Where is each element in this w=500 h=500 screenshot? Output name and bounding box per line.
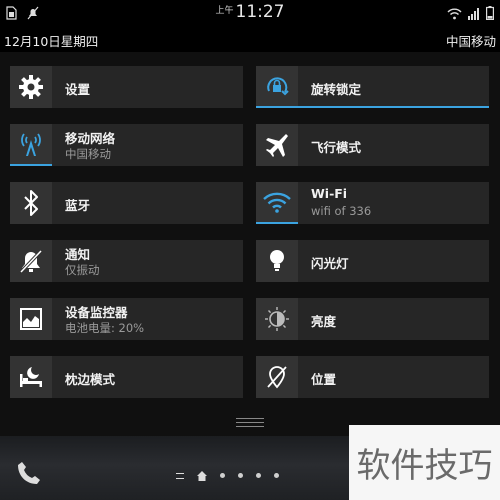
page-dot[interactable]: [238, 473, 243, 478]
tile-rotation-lock[interactable]: 旋转锁定: [256, 66, 489, 108]
status-bar: 上午 11:27: [0, 0, 500, 26]
tile-sublabel: wifi of 336: [311, 204, 372, 218]
brightness-icon: [256, 298, 298, 340]
tile-sublabel: 电池电量: 20%: [65, 321, 145, 335]
tile-label: 亮度: [311, 314, 337, 329]
tile-notifications[interactable]: 通知 仅振动: [10, 240, 243, 282]
tile-wifi[interactable]: Wi-Fi wifi of 336: [256, 182, 489, 224]
date-label: 12月10日星期四: [4, 34, 99, 49]
page-indicator[interactable]: [176, 466, 279, 485]
tile-device-monitor[interactable]: 设备监控器 电池电量: 20%: [10, 298, 243, 340]
tile-label: 设置: [65, 82, 91, 97]
carrier-label: 中国移动: [445, 34, 496, 49]
tile-flashlight[interactable]: 闪光灯: [256, 240, 489, 282]
page-dot[interactable]: [220, 473, 225, 478]
monitor-chart-icon: [10, 298, 52, 340]
watermark-text: 软件技巧: [356, 446, 493, 486]
battery-icon: [486, 5, 495, 24]
panel-drag-handle[interactable]: [236, 418, 264, 430]
tile-airplane-mode[interactable]: 飞行模式: [256, 124, 489, 166]
tile-mobile-network[interactable]: 移动网络 中国移动: [10, 124, 243, 166]
gear-icon: [10, 66, 52, 108]
bedside-icon: [10, 356, 52, 398]
page-dot[interactable]: [256, 473, 261, 478]
bell-off-icon: [10, 240, 52, 282]
tile-label: 设备监控器: [65, 305, 128, 320]
tile-settings[interactable]: 设置: [10, 66, 243, 108]
tile-label: 蓝牙: [65, 198, 91, 213]
watermark: 软件技巧: [349, 425, 500, 500]
info-bar: 12月10日星期四 中国移动: [0, 26, 500, 52]
bluetooth-icon: [10, 182, 52, 224]
antenna-icon: [10, 124, 52, 166]
tile-label: 飞行模式: [311, 140, 362, 155]
tile-label: 通知: [65, 247, 91, 262]
clock-time: 11:27: [235, 2, 285, 22]
location-off-icon: [256, 356, 298, 398]
tile-label: 闪光灯: [311, 256, 349, 271]
tile-location[interactable]: 位置: [256, 356, 489, 398]
page-dot[interactable]: [274, 473, 279, 478]
active-indicator: [256, 106, 489, 108]
wifi-icon: [256, 182, 298, 224]
menu-page-icon[interactable]: [176, 472, 184, 479]
signal-icon: [468, 5, 480, 24]
tile-sublabel: 仅振动: [65, 263, 100, 277]
tile-bedside-mode[interactable]: 枕边模式: [10, 356, 243, 398]
phone-icon[interactable]: [16, 460, 42, 490]
clock-ampm: 上午: [215, 6, 234, 16]
flashlight-icon: [256, 240, 298, 282]
tile-label: Wi-Fi: [311, 186, 348, 201]
tile-label: 移动网络: [65, 131, 116, 146]
tile-label: 位置: [311, 372, 337, 387]
home-page-icon[interactable]: [197, 466, 207, 485]
rotation-lock-icon: [256, 66, 298, 108]
tile-bluetooth[interactable]: 蓝牙: [10, 182, 243, 224]
tile-brightness[interactable]: 亮度: [256, 298, 489, 340]
quick-settings-panel: 设置 旋转锁定 移动网络 中国移动 飞行模式 蓝牙 Wi-Fi wifi of …: [0, 52, 500, 436]
tile-sublabel: 中国移动: [65, 147, 111, 161]
tile-label: 枕边模式: [65, 372, 116, 387]
tile-label: 旋转锁定: [311, 82, 362, 97]
clock: 上午 11:27: [0, 2, 500, 22]
airplane-icon: [256, 124, 298, 166]
wifi-icon: [447, 5, 462, 24]
